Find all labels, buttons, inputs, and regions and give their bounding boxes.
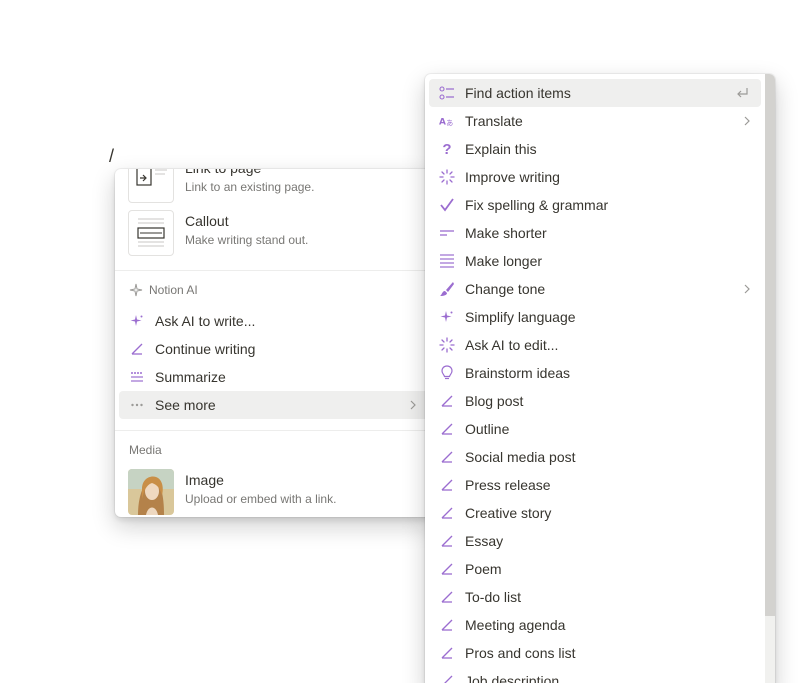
block-title: Image (185, 472, 224, 488)
pen-icon (439, 617, 455, 633)
sparkle-icon (439, 309, 455, 325)
checklist-icon (439, 85, 455, 101)
block-title: Link to page (185, 169, 314, 177)
block-item-image[interactable]: Image Upload or embed with a link. (119, 467, 429, 517)
summarize-icon (129, 369, 145, 385)
slash-menu: Link to page Link to an existing page. C… (115, 169, 433, 517)
menu-item-poem[interactable]: Poem (429, 555, 761, 583)
media-section-label: Media (129, 443, 162, 457)
editor-page: / Link to page Link to an existing page. (0, 0, 809, 683)
pen-icon (439, 673, 455, 683)
sparkle-icon (129, 283, 143, 297)
block-desc: Make writing stand out. (185, 233, 309, 247)
ai-item-continue-writing[interactable]: Continue writing (119, 335, 429, 363)
menu-item-blog-post[interactable]: Blog post (429, 387, 761, 415)
menu-item-make-longer[interactable]: Make longer (429, 247, 761, 275)
pen-icon (439, 589, 455, 605)
ai-item-see-more[interactable]: See more (119, 391, 429, 419)
link-page-thumb (128, 169, 174, 203)
menu-item-pros-and-cons-list[interactable]: Pros and cons list (429, 639, 761, 667)
menu-item-ask-ai-to-edit[interactable]: Ask AI to edit... (429, 331, 761, 359)
pen-icon (439, 421, 455, 437)
pen-icon (439, 505, 455, 521)
menu-item-essay[interactable]: Essay (429, 527, 761, 555)
divider (115, 270, 433, 271)
translate-icon: Aあ (439, 113, 455, 129)
menu-item-improve-writing[interactable]: Improve writing (429, 163, 761, 191)
question-icon: ? (442, 140, 452, 158)
block-desc: Upload or embed with a link. (185, 492, 337, 506)
menu-item-outline[interactable]: Outline (429, 415, 761, 443)
callout-thumb (128, 210, 174, 256)
menu-item-simplify-language[interactable]: Simplify language (429, 303, 761, 331)
block-item-callout[interactable]: Callout Make writing stand out. (119, 208, 429, 258)
see-more-submenu: Find action items Aあ Translate ? Explain… (425, 74, 775, 683)
chevron-right-icon (743, 116, 751, 126)
sparkle-icon (129, 313, 145, 329)
scrollbar-thumb[interactable] (765, 74, 775, 616)
scrollbar-track[interactable] (765, 74, 775, 683)
menu-item-change-tone[interactable]: Change tone (429, 275, 761, 303)
check-icon (439, 197, 455, 213)
pen-icon (439, 645, 455, 661)
menu-item-translate[interactable]: Aあ Translate (429, 107, 761, 135)
menu-item-fix-spelling-grammar[interactable]: Fix spelling & grammar (429, 191, 761, 219)
chevron-right-icon (409, 400, 417, 410)
menu-item-explain-this[interactable]: ? Explain this (429, 135, 761, 163)
ai-item-summarize[interactable]: Summarize (119, 363, 429, 391)
pen-icon (439, 533, 455, 549)
menu-item-to-do-list[interactable]: To-do list (429, 583, 761, 611)
block-item-link-to-page[interactable]: Link to page Link to an existing page. (119, 169, 429, 205)
slash-command-text[interactable]: / (109, 146, 114, 167)
menu-item-meeting-agenda[interactable]: Meeting agenda (429, 611, 761, 639)
block-desc: Link to an existing page. (185, 180, 315, 194)
short-lines-icon (439, 225, 455, 241)
burst-icon (439, 337, 455, 353)
svg-text:あ: あ (446, 118, 453, 127)
burst-icon (439, 169, 455, 185)
notion-ai-section-label: Notion AI (129, 283, 198, 297)
pen-icon (129, 341, 145, 357)
block-title: Callout (185, 213, 229, 229)
svg-text:A: A (439, 118, 446, 128)
pen-icon (439, 477, 455, 493)
divider (115, 430, 433, 431)
ai-item-ask-ai-to-write[interactable]: Ask AI to write... (119, 307, 429, 335)
menu-item-find-action-items[interactable]: Find action items (429, 79, 761, 107)
menu-item-make-shorter[interactable]: Make shorter (429, 219, 761, 247)
pen-icon (439, 561, 455, 577)
menu-item-brainstorm-ideas[interactable]: Brainstorm ideas (429, 359, 761, 387)
long-lines-icon (439, 253, 455, 269)
pen-icon (439, 393, 455, 409)
brush-icon (439, 281, 455, 297)
pen-icon (439, 449, 455, 465)
menu-item-press-release[interactable]: Press release (429, 471, 761, 499)
more-icon (129, 397, 145, 413)
menu-item-job-description[interactable]: Job description (429, 667, 761, 683)
chevron-right-icon (743, 284, 751, 294)
enter-key-icon (735, 87, 749, 99)
menu-item-social-media-post[interactable]: Social media post (429, 443, 761, 471)
menu-item-creative-story[interactable]: Creative story (429, 499, 761, 527)
image-thumb (128, 469, 174, 515)
lightbulb-icon (439, 365, 455, 381)
